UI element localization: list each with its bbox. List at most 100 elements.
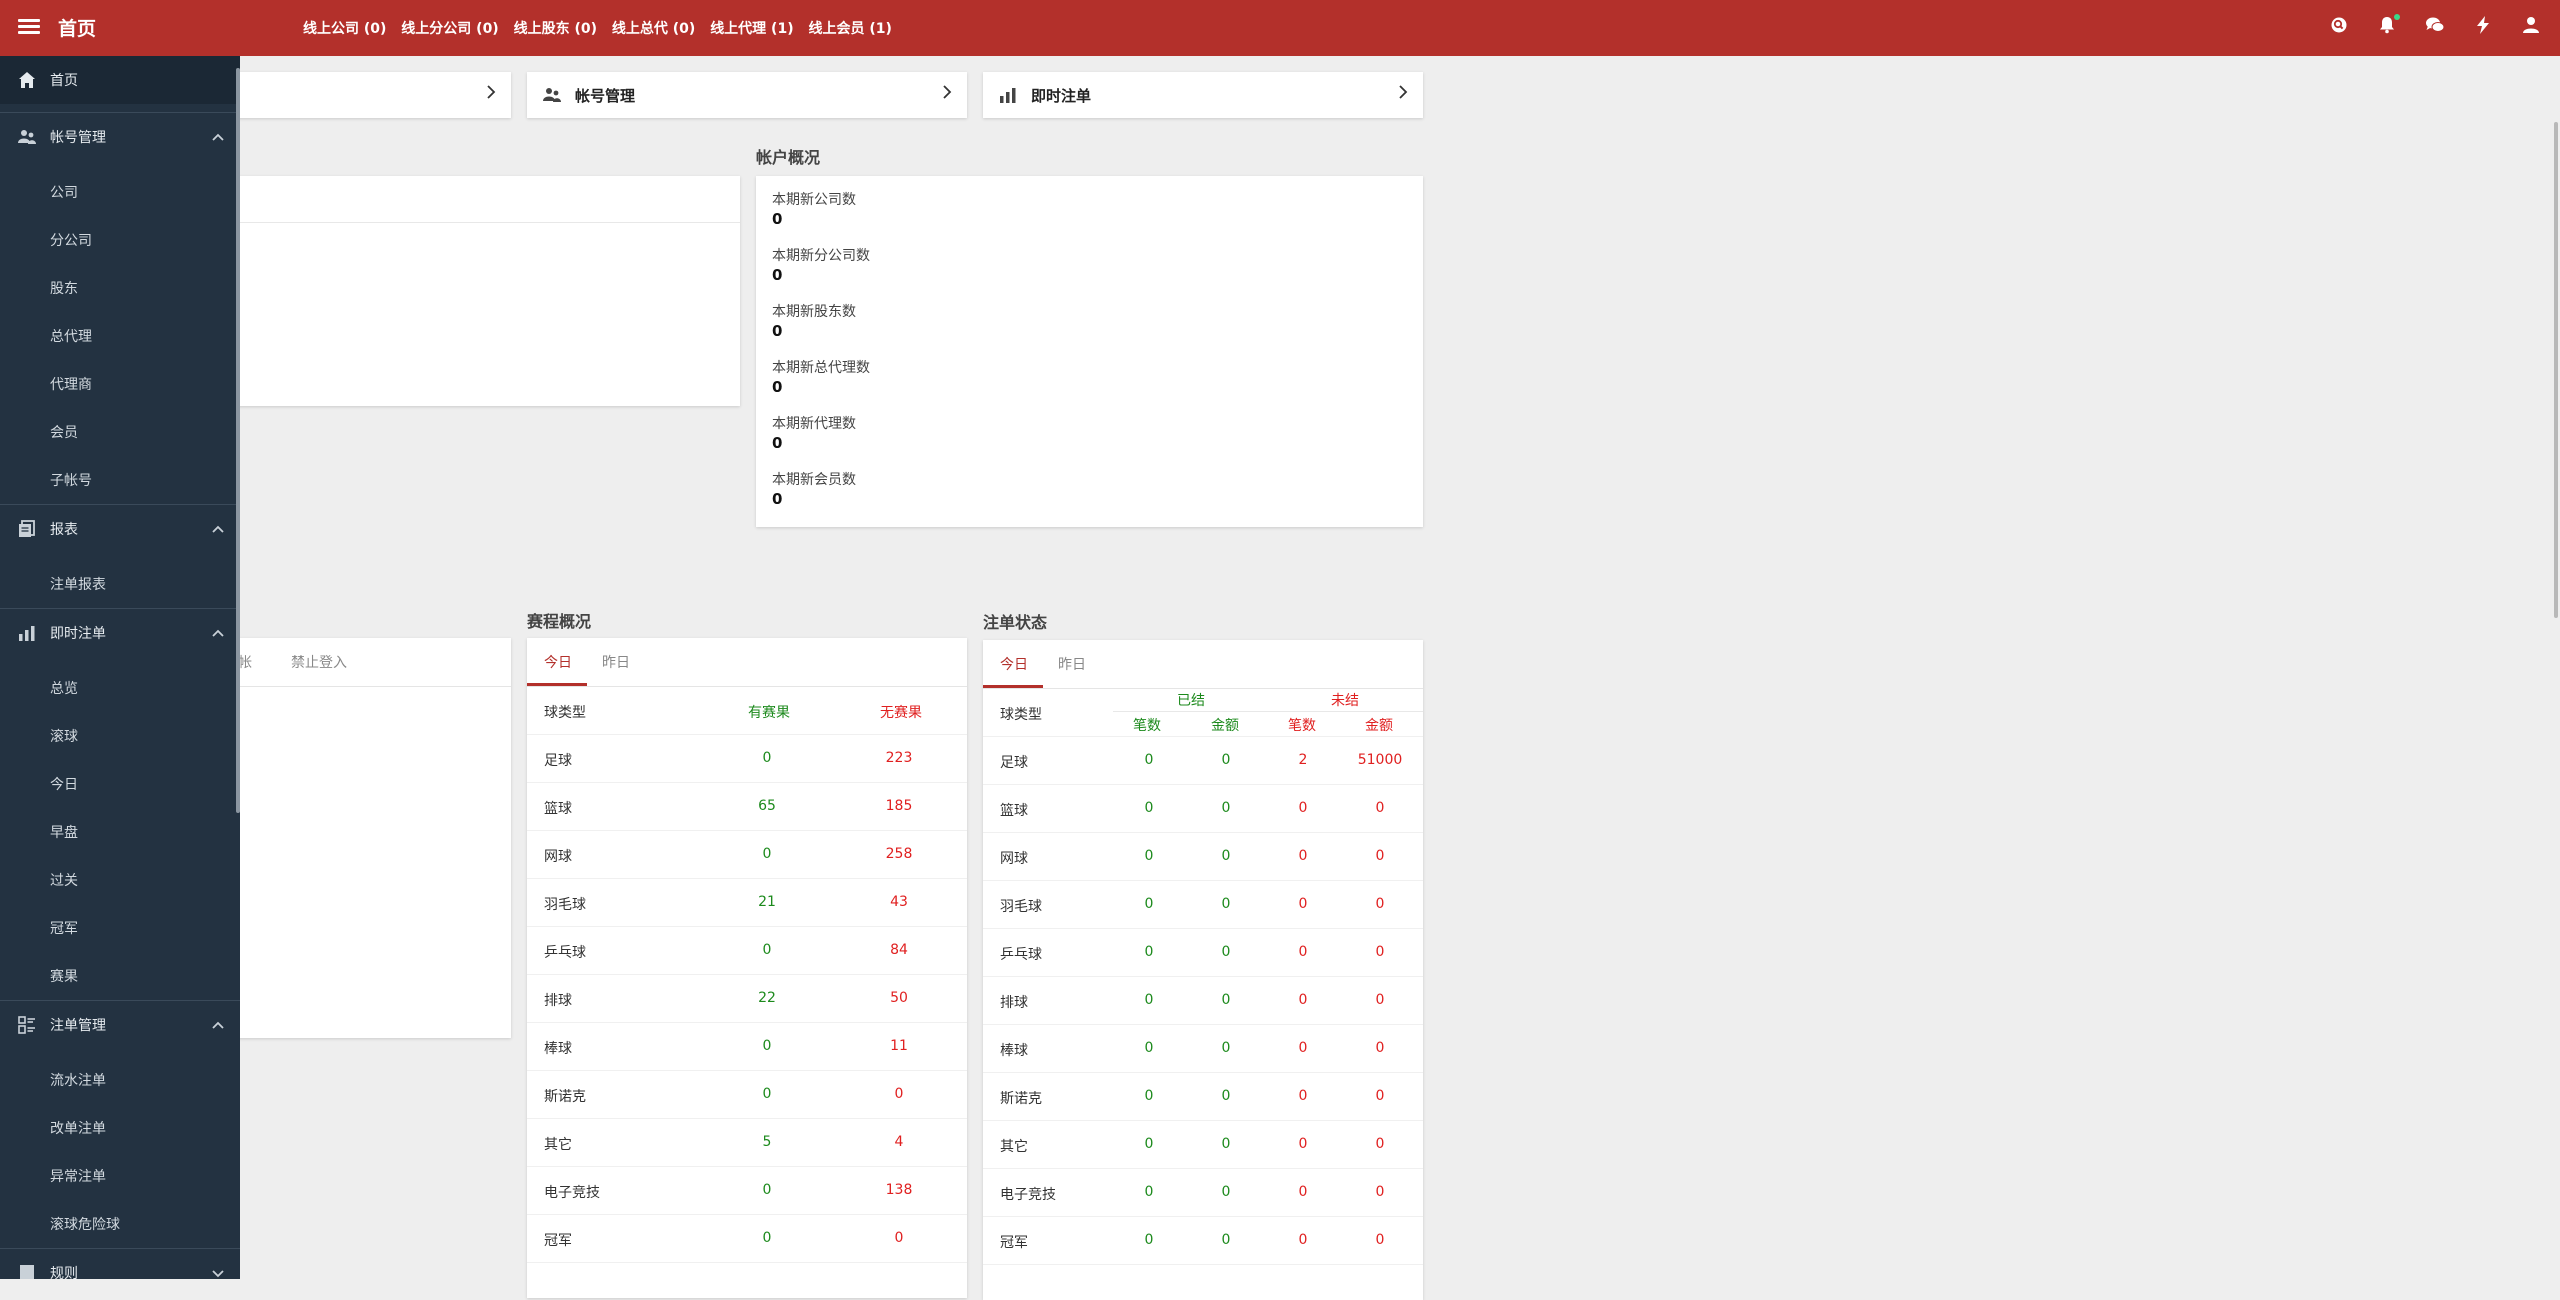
sport-type-cell: 乒乓球 bbox=[544, 945, 586, 961]
sidebar-item-general-agent[interactable]: 总代理 bbox=[0, 312, 240, 360]
settled-count-cell: 0 bbox=[1144, 1184, 1154, 1200]
quick-link-live-bets[interactable]: 即时注单 bbox=[983, 72, 1423, 118]
unsettled-count-cell: 2 bbox=[1298, 752, 1308, 768]
without-result-cell: 50 bbox=[890, 990, 908, 1006]
with-result-cell: 0 bbox=[762, 1086, 772, 1102]
home-icon bbox=[19, 72, 35, 88]
sidebar-group-account[interactable]: 帐号管理 bbox=[0, 113, 240, 161]
sidebar-item-home[interactable]: 首页 bbox=[0, 56, 240, 104]
sidebar-item-parlay[interactable]: 过关 bbox=[0, 856, 240, 904]
without-result-cell: 223 bbox=[885, 750, 913, 766]
account-overview-card: 本期新公司数 0 本期新分公司数 0 本期新股东数 0 本期新总代理数 0 本期… bbox=[756, 176, 1423, 527]
sidebar-item-label: 流水注单 bbox=[50, 1073, 106, 1089]
online-member[interactable]: 线上会员 (1) bbox=[808, 21, 891, 37]
sidebar-item-label: 今日 bbox=[50, 777, 78, 793]
search-icon[interactable] bbox=[2328, 14, 2350, 36]
chat-icon[interactable] bbox=[2424, 14, 2446, 36]
table-row: 斯诺克 0 0 0 0 bbox=[983, 1072, 1423, 1121]
quick-link-label: 帐号管理 bbox=[575, 87, 636, 105]
sport-type-cell: 斯诺克 bbox=[1000, 1091, 1042, 1107]
settled-header: 已结 bbox=[1177, 693, 1205, 709]
table-row: 排球 22 50 bbox=[527, 974, 967, 1023]
sidebar-item-branch[interactable]: 分公司 bbox=[0, 216, 240, 264]
column-header: 笔数 bbox=[1288, 718, 1316, 734]
account-item-value: 0 bbox=[772, 378, 783, 396]
column-header: 无赛果 bbox=[880, 705, 922, 721]
table-row: 足球 0 223 bbox=[527, 734, 967, 783]
sidebar-item-agent[interactable]: 代理商 bbox=[0, 360, 240, 408]
bet-status-tabs: 今日 昨日 bbox=[983, 640, 1423, 689]
sidebar-item-shareholder[interactable]: 股东 bbox=[0, 264, 240, 312]
online-shareholder[interactable]: 线上股东 (0) bbox=[514, 21, 597, 37]
settled-count-cell: 0 bbox=[1144, 896, 1154, 912]
sidebar-group-live-bets[interactable]: 即时注单 bbox=[0, 609, 240, 657]
sidebar-item-danger-ball[interactable]: 滚球危险球 bbox=[0, 1200, 240, 1248]
menu-icon[interactable] bbox=[18, 16, 40, 38]
sidebar-item-member[interactable]: 会员 bbox=[0, 408, 240, 456]
sidebar: 首页 帐号管理 公司 分公司 股东 总代理 代理商 会员 子帐号 报表 注单报表… bbox=[0, 56, 240, 1279]
table-row: 棒球 0 11 bbox=[527, 1022, 967, 1071]
settled-amount-cell: 0 bbox=[1221, 992, 1231, 1008]
bet-status-card: 今日 昨日 球类型 已结 未结 笔数 金额 笔数 金额 足球 0 0 2 51000 篮球… bbox=[983, 640, 1423, 1300]
with-result-cell: 65 bbox=[758, 798, 776, 814]
users-icon bbox=[18, 130, 36, 144]
table-row: 排球 0 0 0 0 bbox=[983, 976, 1423, 1025]
quick-link-label: 即时注单 bbox=[1031, 87, 1092, 105]
tab-yesterday[interactable]: 昨日 bbox=[1058, 654, 1086, 674]
bell-icon[interactable] bbox=[2376, 14, 2400, 36]
sidebar-item-champion[interactable]: 冠军 bbox=[0, 904, 240, 952]
settled-amount-cell: 0 bbox=[1221, 800, 1231, 816]
sidebar-item-modified-bets[interactable]: 改单注单 bbox=[0, 1104, 240, 1152]
sidebar-group-rules[interactable]: 规则 bbox=[0, 1249, 240, 1279]
sidebar-group-bet-management[interactable]: 注单管理 bbox=[0, 1001, 240, 1049]
sidebar-item-label: 过关 bbox=[50, 873, 78, 889]
tab-today[interactable]: 今日 bbox=[1000, 654, 1028, 674]
online-branch[interactable]: 线上分公司 (0) bbox=[401, 21, 498, 37]
bar-chart-icon bbox=[1000, 88, 1016, 103]
tab-member-status-1[interactable]: 帐 bbox=[238, 652, 252, 672]
sidebar-item-running-bets[interactable]: 流水注单 bbox=[0, 1056, 240, 1104]
chevron-down-icon bbox=[212, 1270, 224, 1278]
sidebar-item-label: 注单报表 bbox=[50, 577, 106, 593]
sidebar-item-early[interactable]: 早盘 bbox=[0, 808, 240, 856]
table-row: 电子竞技 0 138 bbox=[527, 1166, 967, 1215]
online-general-agent[interactable]: 线上总代 (0) bbox=[612, 21, 695, 37]
page-scrollbar[interactable] bbox=[2554, 122, 2558, 618]
tab-login-disabled[interactable]: 禁止登入 bbox=[291, 652, 347, 672]
column-header: 球类型 bbox=[544, 705, 586, 721]
tab-yesterday[interactable]: 昨日 bbox=[602, 652, 630, 672]
sidebar-item-abnormal-bets[interactable]: 异常注单 bbox=[0, 1152, 240, 1200]
sidebar-item-results[interactable]: 赛果 bbox=[0, 952, 240, 1000]
account-item-label: 本期新股东数 bbox=[772, 304, 856, 320]
account-item-value: 0 bbox=[772, 434, 783, 452]
chevron-up-icon bbox=[212, 1021, 224, 1029]
sport-type-cell: 足球 bbox=[1000, 755, 1028, 771]
flash-icon[interactable] bbox=[2472, 14, 2494, 36]
account-item-label: 本期新代理数 bbox=[772, 416, 856, 432]
sidebar-item-overview[interactable]: 总览 bbox=[0, 664, 240, 712]
sidebar-group-label: 帐号管理 bbox=[50, 130, 106, 146]
sidebar-item-label: 早盘 bbox=[50, 825, 78, 841]
table-header-row: 球类型 已结 未结 笔数 金额 笔数 金额 bbox=[983, 688, 1423, 737]
sidebar-scrollbar[interactable] bbox=[236, 68, 240, 813]
sidebar-item-sub-account[interactable]: 子帐号 bbox=[0, 456, 240, 504]
without-result-cell: 185 bbox=[885, 798, 913, 814]
unsettled-count-cell: 0 bbox=[1298, 1232, 1308, 1248]
settled-amount-cell: 0 bbox=[1221, 848, 1231, 864]
quick-link-account[interactable]: 帐号管理 bbox=[527, 72, 967, 118]
without-result-cell: 0 bbox=[894, 1086, 904, 1102]
table-row: 乒乓球 0 84 bbox=[527, 926, 967, 975]
with-result-cell: 5 bbox=[762, 1134, 772, 1150]
without-result-cell: 0 bbox=[894, 1230, 904, 1246]
sidebar-item-in-play[interactable]: 滚球 bbox=[0, 712, 240, 760]
sidebar-item-company[interactable]: 公司 bbox=[0, 168, 240, 216]
user-icon[interactable] bbox=[2520, 14, 2542, 36]
chevron-up-icon bbox=[212, 629, 224, 637]
sidebar-group-report[interactable]: 报表 bbox=[0, 505, 240, 553]
settled-count-cell: 0 bbox=[1144, 1136, 1154, 1152]
sidebar-item-today[interactable]: 今日 bbox=[0, 760, 240, 808]
tab-today[interactable]: 今日 bbox=[544, 652, 572, 672]
online-company[interactable]: 线上公司 (0) bbox=[303, 21, 386, 37]
sidebar-item-bet-report[interactable]: 注单报表 bbox=[0, 560, 240, 608]
online-agent[interactable]: 线上代理 (1) bbox=[710, 21, 793, 37]
